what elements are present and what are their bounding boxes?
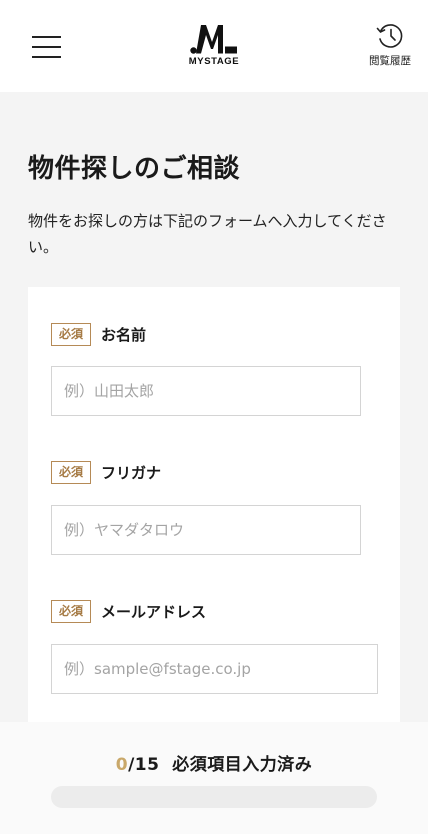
consultation-form: 必須 お名前 必須 フリガナ 必須 メールアドレス [28,287,400,747]
menu-line-bottom [32,56,61,58]
email-label-row: 必須 メールアドレス [51,599,206,623]
menu-line-top [32,36,61,38]
logo-mark-icon [190,25,237,54]
completed-count: 0 [115,755,129,775]
email-label: メールアドレス [101,602,207,621]
required-badge: 必須 [51,599,92,623]
furigana-label-row: 必須 フリガナ [51,460,161,484]
site-header: MYSTAGE 閲覧履歴 [0,0,428,92]
history-clock-icon [376,24,403,48]
progress-bar [51,786,377,808]
name-label: お名前 [101,325,147,344]
progress-status: 0/15 必須項目入力済み [0,750,428,775]
name-input[interactable] [51,366,361,416]
logo-wordmark: MYSTAGE [188,56,240,67]
required-badge: 必須 [51,322,92,346]
furigana-input[interactable] [51,505,361,555]
total-count: /15 [128,755,160,775]
page-title: 物件探しのご相談 [28,154,241,184]
hamburger-menu-icon[interactable] [32,36,61,58]
history-label: 閲覧履歴 [369,55,411,67]
name-label-row: 必須 お名前 [51,322,146,346]
progress-footer: 0/15 必須項目入力済み [0,722,428,834]
menu-line-middle [32,46,61,48]
progress-label: 必須項目入力済み [172,755,313,775]
history-button[interactable]: 閲覧履歴 [362,22,418,70]
email-input[interactable] [51,644,378,694]
mystage-logo[interactable]: MYSTAGE [186,24,242,70]
required-badge: 必須 [51,460,92,484]
page-description: 物件をお探しの方は下記のフォームへ入力してください。 [28,212,387,256]
furigana-label: フリガナ [101,463,162,482]
